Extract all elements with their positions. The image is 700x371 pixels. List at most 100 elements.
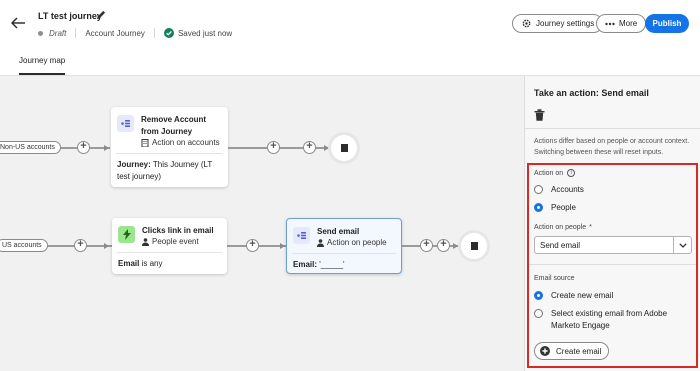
panel-divider	[529, 264, 696, 265]
back-arrow-icon[interactable]	[10, 16, 26, 30]
connector-line	[228, 147, 332, 149]
panel-divider	[525, 128, 700, 129]
chevron-down-icon[interactable]	[673, 237, 691, 253]
node-detail-key: Journey:	[117, 160, 151, 169]
radio-accounts[interactable]: Accounts	[534, 184, 584, 196]
node-detail-value: '_____'	[319, 260, 345, 269]
person-icon	[317, 238, 324, 247]
divider	[153, 28, 155, 38]
radio-create-new-email[interactable]: Create new email	[534, 290, 613, 302]
pencil-icon[interactable]	[95, 10, 106, 21]
node-subtitle-text: People event	[152, 237, 199, 246]
email-source-label: Email source	[534, 275, 575, 282]
connector-arrow	[324, 145, 329, 151]
radio-label: Create new email	[551, 291, 614, 300]
clicks-link-node[interactable]: Clicks link in email People event Email …	[112, 218, 227, 274]
ellipsis-icon	[605, 22, 615, 25]
lightning-icon	[118, 226, 135, 243]
radio-label: Select existing email from Adobe Marketo…	[551, 309, 668, 330]
node-subtitle-text: Action on people	[327, 238, 387, 247]
send-email-node[interactable]: Send email Action on people Email: '____…	[286, 218, 402, 274]
node-detail-key: Email:	[293, 260, 318, 269]
action-panel: Take an action: Send email Actions diffe…	[524, 76, 700, 371]
node-subtitle: People event	[142, 237, 199, 246]
add-step-button[interactable]: +	[303, 141, 316, 154]
add-step-button[interactable]: +	[246, 239, 259, 252]
connector-arrow	[453, 243, 458, 249]
create-email-label: Create email	[556, 346, 602, 356]
connector-arrow	[280, 243, 285, 249]
save-status: Saved just now	[177, 28, 233, 38]
entry-pill-us[interactable]: US accounts	[0, 239, 48, 252]
tab-journey-map[interactable]: Journey map	[19, 56, 65, 65]
node-subtitle: Action on people	[317, 238, 387, 247]
action-on-people-label-text: Action on people	[534, 224, 587, 231]
radio-select-existing-email[interactable]: Select existing email from Adobe Marketo…	[534, 308, 684, 332]
radio-label: Accounts	[551, 185, 584, 194]
node-divider	[116, 153, 223, 154]
node-detail: Email is any	[118, 258, 162, 270]
more-label: More	[619, 19, 638, 28]
publish-button[interactable]: Publish	[645, 14, 689, 33]
radio-circle	[534, 203, 543, 212]
remove-account-node[interactable]: Remove Account from Journey Action on ac…	[111, 107, 228, 187]
journey-canvas[interactable]: Non-US accounts + Remove Account from Jo…	[0, 76, 524, 371]
radio-people[interactable]: People	[534, 202, 576, 214]
gear-icon	[522, 19, 531, 28]
node-detail: Journey: This Journey (LT test journey)	[117, 159, 225, 183]
tab-bar: Journey map	[0, 46, 700, 76]
action-on-label: Action on i	[534, 169, 576, 177]
node-divider	[292, 253, 396, 254]
plus-circle-icon	[540, 346, 550, 356]
tab-active-indicator	[19, 73, 65, 75]
info-icon[interactable]: i	[567, 169, 576, 177]
journey-settings-button[interactable]: Journey settings	[512, 14, 604, 33]
end-node[interactable]	[331, 135, 357, 161]
action-on-label-text: Action on	[534, 169, 564, 177]
select-value: Send email	[540, 241, 581, 250]
radio-circle	[534, 291, 543, 300]
add-step-button[interactable]: +	[420, 239, 433, 252]
node-divider	[117, 252, 222, 253]
connector-arrow	[104, 243, 109, 249]
node-detail: Email: '_____'	[293, 259, 345, 271]
journey-header: LT test journey Draft Account Journey Sa…	[0, 0, 700, 46]
add-step-button[interactable]: +	[74, 239, 87, 252]
checkmark-circle-icon	[163, 28, 174, 38]
radio-circle	[534, 309, 543, 318]
panel-title: Take an action: Send email	[534, 88, 649, 98]
end-node[interactable]	[461, 233, 487, 259]
stop-icon	[340, 144, 348, 152]
panel-description: Actions differ based on people or accoun…	[534, 138, 690, 156]
person-icon	[142, 237, 149, 246]
divider	[75, 28, 77, 38]
entry-pill-non-us[interactable]: Non-US accounts	[0, 141, 61, 154]
add-step-button[interactable]: +	[77, 141, 90, 154]
node-title: Remove Account from Journey	[141, 115, 207, 136]
node-subtitle: Action on accounts	[141, 138, 220, 147]
radio-circle	[534, 185, 543, 194]
add-step-button[interactable]: +	[437, 239, 450, 252]
journey-title: LT test journey	[38, 11, 102, 21]
create-email-button[interactable]: Create email	[534, 342, 609, 360]
journey-type: Account Journey	[85, 28, 145, 38]
more-button[interactable]: More	[596, 14, 647, 33]
node-detail-key: Email	[118, 259, 140, 268]
stop-icon	[470, 242, 478, 250]
add-step-button[interactable]: +	[267, 141, 280, 154]
connector-arrow	[104, 145, 109, 151]
radio-label: People	[551, 203, 576, 212]
action-icon	[117, 115, 134, 132]
node-title: Clicks link in email	[142, 226, 214, 235]
action-on-people-select[interactable]: Send email	[534, 236, 692, 254]
status-dot	[38, 30, 43, 36]
journey-settings-label: Journey settings	[536, 19, 595, 28]
node-subtitle-text: Action on accounts	[152, 138, 220, 147]
action-on-people-label: Action on people *	[534, 224, 592, 231]
required-mark: *	[589, 224, 592, 231]
action-icon	[293, 227, 310, 244]
building-icon	[141, 138, 149, 147]
journey-meta: Draft Account Journey Saved just now	[38, 28, 232, 38]
trash-icon[interactable]	[534, 109, 545, 121]
node-detail-value: is any	[141, 259, 163, 268]
